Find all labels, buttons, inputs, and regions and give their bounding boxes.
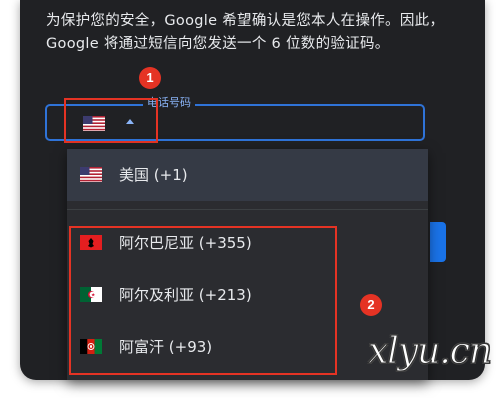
caret-up-icon [126,119,134,124]
dropdown-item-label: 美国 (+1) [119,166,188,184]
next-button-edge[interactable] [430,222,446,262]
annotation-badge-1: 1 [139,67,161,89]
dropdown-item-selected[interactable]: 美国 (+1) [67,149,428,201]
dropdown-divider [67,209,428,210]
annotation-badge-2: 2 [360,294,382,316]
us-flag-icon [80,167,102,182]
us-flag-icon [83,116,105,131]
intro-text: 为保护您的安全，Google 希望确认是您本人在操作。因此，Google 将通过… [46,13,445,52]
country-code-button[interactable] [64,98,158,143]
watermark: xlyu.cn [367,331,492,372]
annotation-highlight-box [69,226,337,375]
